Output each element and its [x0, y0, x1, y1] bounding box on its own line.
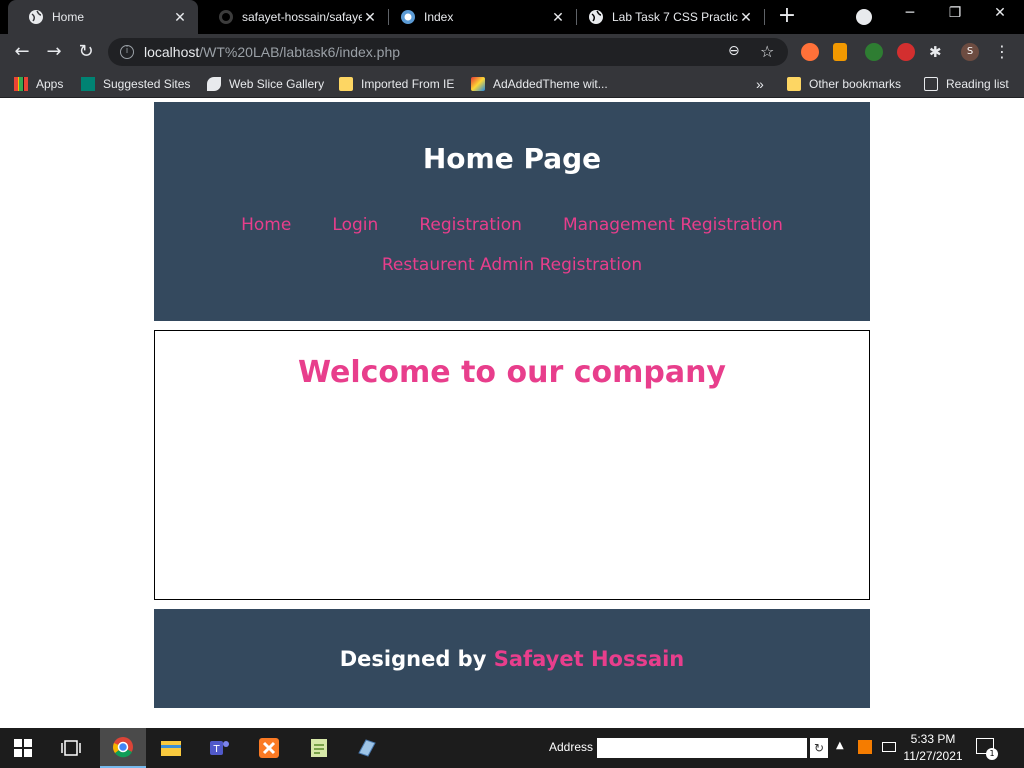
tab-label: Lab Task 7 CSS Practice	[612, 10, 738, 24]
star-icon[interactable]: ☆	[760, 42, 774, 61]
nav-link-login[interactable]: Login	[332, 215, 378, 235]
clock-time: 5:33 PM	[910, 732, 956, 746]
windows-start-icon[interactable]	[0, 728, 46, 768]
task-view-icon[interactable]	[48, 728, 94, 768]
bookmarks-bar: Apps Suggested Sites Web Slice Gallery I…	[0, 70, 1024, 98]
taskbar-clock[interactable]: 5:33 PM 11/27/2021	[900, 731, 966, 765]
bookmark-suggested-sites[interactable]: Suggested Sites	[81, 70, 190, 98]
bing-icon	[81, 77, 95, 91]
tab-github[interactable]: safayet-hossain/safayet ✕	[198, 0, 388, 34]
globe-icon	[28, 9, 44, 25]
bookmark-label: Web Slice Gallery	[229, 77, 325, 91]
nav-link-registration[interactable]: Registration	[419, 215, 522, 235]
minimize-icon[interactable]: ─	[900, 5, 920, 21]
extension-key-icon[interactable]	[833, 43, 847, 61]
battery-icon[interactable]	[882, 742, 896, 752]
menu-kebab-icon[interactable]: ⋮	[993, 43, 1011, 61]
folder-icon	[339, 77, 353, 91]
bookmark-label: Imported From IE	[361, 77, 455, 91]
taskbar-xampp-icon[interactable]	[246, 728, 292, 768]
browser-tabstrip: Home ✕ safayet-hossain/safayet ✕ Index ✕…	[0, 0, 1024, 34]
bookmark-label: AdAddedTheme wit...	[493, 77, 608, 91]
apps-grid-icon	[14, 77, 28, 91]
bookmark-adaddedtheme[interactable]: AdAddedTheme wit...	[471, 70, 608, 98]
extension-color-icon[interactable]	[865, 43, 883, 61]
footer-author: Safayet Hossain	[493, 647, 685, 671]
github-icon	[218, 9, 234, 25]
main-content: Welcome to our company	[154, 330, 870, 600]
tab-index[interactable]: Index ✕	[380, 0, 576, 34]
url-path: /WT%20LAB/labtask6/index.php	[199, 44, 401, 60]
globe-icon	[588, 9, 604, 25]
bookmark-label: Apps	[36, 77, 64, 91]
extensions-puzzle-icon[interactable]: ✱	[929, 43, 947, 61]
shield-icon	[400, 9, 416, 25]
nav-link-management-registration[interactable]: Management Registration	[563, 215, 783, 235]
extension-adblock-icon[interactable]	[897, 43, 915, 61]
site-nav: Home Login Registration Management Regis…	[154, 205, 870, 285]
taskbar-address-input[interactable]	[597, 738, 807, 758]
taskbar-teams-icon[interactable]: T	[196, 728, 242, 768]
welcome-heading: Welcome to our company	[298, 355, 726, 390]
site-header: Home Page Home Login Registration Manage…	[154, 102, 870, 321]
nav-link-restaurent-admin-registration[interactable]: Restaurent Admin Registration	[382, 255, 642, 275]
taskbar-address-go-icon[interactable]: ↻	[810, 738, 828, 758]
notification-count-badge: 1	[986, 748, 998, 760]
bookmarks-overflow-chevron[interactable]: »	[756, 70, 764, 98]
web-page: Home Page Home Login Registration Manage…	[0, 98, 1024, 728]
web-slice-icon	[207, 77, 221, 91]
site-footer: Designed by Safayet Hossain	[154, 609, 870, 708]
bookmark-label: Reading list	[946, 77, 1009, 91]
tray-xampp-icon[interactable]	[858, 740, 872, 754]
tab-separator	[764, 9, 765, 25]
restore-icon[interactable]: ❐	[945, 5, 965, 21]
extension-avast-icon[interactable]	[801, 43, 819, 61]
tab-label: Home	[52, 10, 85, 24]
close-tab-icon[interactable]: ✕	[738, 9, 754, 26]
footer-text: Designed by Safayet Hossain	[154, 647, 870, 671]
address-bar[interactable]: i localhost /WT%20LAB/labtask6/index.php…	[108, 38, 788, 66]
show-hidden-icons-chevron[interactable]: ▲	[836, 740, 844, 751]
footer-prefix: Designed by	[339, 647, 487, 671]
taskbar-chrome-icon[interactable]	[100, 728, 146, 768]
new-tab-button[interactable]: +	[776, 5, 798, 28]
url-host: localhost	[144, 44, 200, 60]
bookmark-web-slice-gallery[interactable]: Web Slice Gallery	[207, 70, 324, 98]
windows-taskbar: T Address ↻ ▲ 5:33 PM 11/27/2021 1	[0, 728, 1024, 768]
bookmark-label: Suggested Sites	[103, 77, 191, 91]
taskbar-address-label: Address	[549, 740, 594, 754]
svg-text:T: T	[212, 744, 220, 755]
close-window-icon[interactable]: ✕	[990, 5, 1010, 21]
bookmark-other-bookmarks[interactable]: Other bookmarks	[787, 70, 901, 98]
info-icon[interactable]: i	[120, 45, 134, 59]
zoom-icon[interactable]: ⊖	[728, 43, 740, 59]
theme-icon	[471, 77, 485, 91]
taskbar-app-icon[interactable]	[344, 728, 390, 768]
nav-link-home[interactable]: Home	[241, 215, 291, 235]
taskbar-file-explorer-icon[interactable]	[148, 728, 194, 768]
tab-home[interactable]: Home ✕	[8, 0, 198, 34]
folder-icon	[787, 77, 801, 91]
clock-date: 11/27/2021	[903, 749, 963, 763]
reload-icon[interactable]: ↻	[76, 42, 96, 62]
bookmark-label: Other bookmarks	[809, 77, 902, 91]
bookmark-imported-from-ie[interactable]: Imported From IE	[339, 70, 454, 98]
taskbar-notepadpp-icon[interactable]	[296, 728, 342, 768]
tab-lab-task-7[interactable]: Lab Task 7 CSS Practice ✕	[568, 0, 764, 34]
close-tab-icon[interactable]: ✕	[550, 9, 566, 26]
tab-search-icon[interactable]	[856, 9, 872, 25]
back-arrow-icon[interactable]: ←	[12, 42, 32, 62]
profile-avatar[interactable]: S	[961, 43, 979, 61]
tab-label: Index	[424, 10, 454, 24]
close-tab-icon[interactable]: ✕	[172, 9, 188, 26]
reading-list-button[interactable]: Reading list	[924, 70, 1009, 98]
forward-arrow-icon[interactable]: →	[44, 42, 64, 62]
reading-list-icon	[924, 77, 938, 91]
page-title: Home Page	[422, 142, 602, 175]
close-tab-icon[interactable]: ✕	[362, 9, 378, 26]
tab-label: safayet-hossain/safayet	[242, 10, 362, 24]
bookmark-apps[interactable]: Apps	[14, 70, 63, 98]
